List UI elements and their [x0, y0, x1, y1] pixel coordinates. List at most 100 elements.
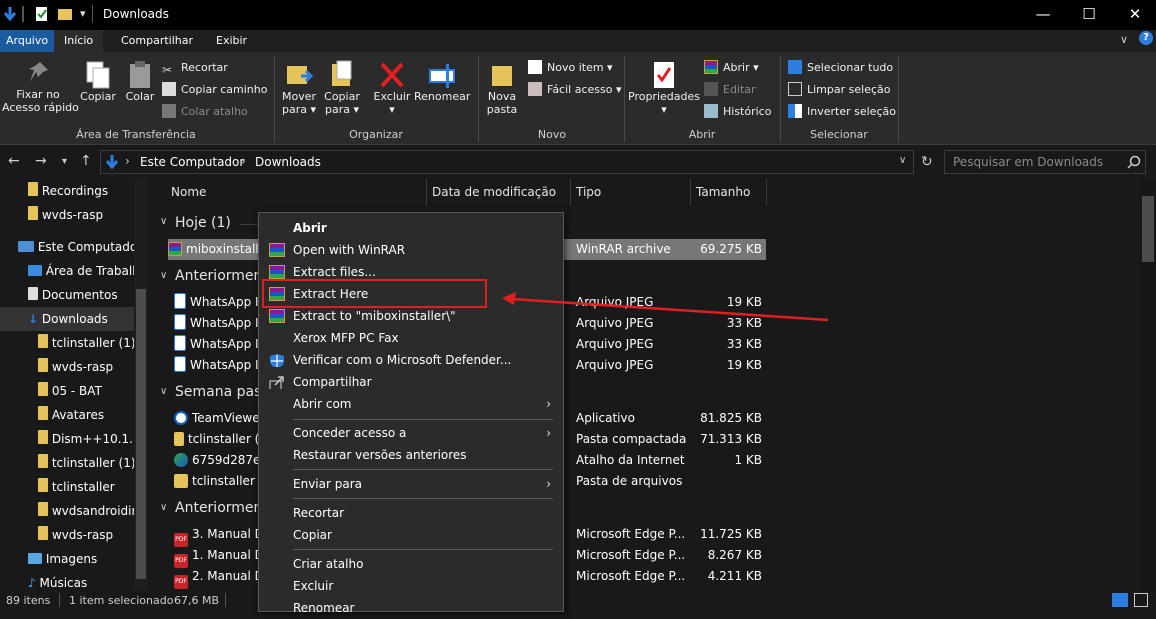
- history-button[interactable]: Histórico: [704, 104, 784, 120]
- new-folder-button[interactable]: Nova pasta: [482, 60, 522, 116]
- group-header-last-week[interactable]: Semana pass: [175, 384, 269, 400]
- customize-quick-access-icon[interactable]: ▾: [80, 7, 86, 20]
- breadcrumb-chevron-icon[interactable]: ›: [125, 154, 130, 168]
- tab-inicio[interactable]: Início: [54, 30, 104, 52]
- menu-item-recortar[interactable]: Recortar: [259, 502, 561, 524]
- nav-item-tclinstaller[interactable]: tclinstaller: [0, 475, 138, 499]
- forward-arrow-icon[interactable]: →: [35, 153, 47, 169]
- nav-scrollbar-thumb[interactable]: [136, 289, 146, 579]
- new-item-button[interactable]: Novo item ▾: [528, 60, 622, 76]
- help-icon[interactable]: ?: [1139, 31, 1153, 45]
- column-divider[interactable]: [426, 179, 427, 205]
- menu-item-abrir-com[interactable]: Abrir com ›: [259, 393, 561, 415]
- column-divider[interactable]: [766, 179, 767, 205]
- file-list-scrollbar-thumb[interactable]: [1142, 196, 1154, 262]
- nav-item-05-bat[interactable]: 05 - BAT: [0, 379, 138, 403]
- cut-button[interactable]: ✂ Recortar: [162, 60, 272, 77]
- select-none-button[interactable]: Limpar seleção: [788, 82, 898, 98]
- menu-item-renomear[interactable]: Renomear: [259, 597, 561, 619]
- file-name: WhatsApp In: [190, 337, 267, 351]
- move-to-button[interactable]: Mover para ▾: [280, 60, 318, 116]
- menu-item-criar-atalho[interactable]: Criar atalho: [259, 553, 561, 575]
- search-input[interactable]: Pesquisar em Downloads: [944, 150, 1146, 174]
- rename-button[interactable]: Renomear: [414, 60, 470, 103]
- copy-to-button[interactable]: Copiar para ▾: [322, 60, 362, 116]
- copy-path-button[interactable]: Copiar caminho: [162, 82, 272, 98]
- new-folder-icon[interactable]: [58, 6, 72, 22]
- edit-button[interactable]: Editar: [704, 82, 784, 98]
- column-header-size[interactable]: Tamanho: [696, 185, 750, 199]
- new-item-icon: [528, 60, 542, 74]
- nav-item-este-computador[interactable]: Este Computador: [0, 235, 152, 259]
- collapse-group-icon[interactable]: ∨: [160, 270, 167, 281]
- column-header-type[interactable]: Tipo: [576, 185, 601, 199]
- menu-item-compartilhar[interactable]: Compartilhar: [259, 371, 561, 393]
- file-size: 81.825 KB: [700, 411, 762, 425]
- menu-item-xerox-fax[interactable]: Xerox MFP PC Fax: [259, 327, 561, 349]
- up-arrow-icon[interactable]: ↑: [80, 153, 92, 169]
- pin-label: Fixar no Acesso rápido: [2, 88, 79, 114]
- group-label-select: Selecionar: [810, 128, 868, 141]
- group-header-earlier[interactable]: Anteriormen: [175, 268, 262, 284]
- file-name: miboxinstall: [186, 242, 259, 256]
- breadcrumb-downloads[interactable]: Downloads: [255, 155, 321, 169]
- menu-item-open-with-winrar[interactable]: Open with WinRAR: [259, 239, 561, 261]
- easy-access-button[interactable]: Fácil acesso ▾: [528, 82, 622, 98]
- details-view-icon[interactable]: [1112, 593, 1128, 607]
- column-header-name[interactable]: Nome: [171, 185, 206, 199]
- group-header-today[interactable]: Hoje (1): [175, 215, 231, 231]
- back-arrow-icon[interactable]: ←: [8, 153, 20, 169]
- nav-item-downloads[interactable]: ↓ Downloads: [0, 307, 134, 331]
- menu-item-defender-scan[interactable]: Verificar com o Microsoft Defender...: [259, 349, 561, 371]
- refresh-icon[interactable]: ↻: [921, 154, 933, 170]
- collapse-group-icon[interactable]: ∨: [160, 502, 167, 513]
- history-label: Histórico: [723, 105, 772, 118]
- collapse-group-icon[interactable]: ∨: [160, 216, 167, 227]
- tab-exibir[interactable]: Exibir: [206, 30, 257, 52]
- menu-item-conceder-acesso[interactable]: Conceder acesso a ›: [259, 422, 561, 444]
- pin-quick-access-button[interactable]: Fixar no Acesso rápido: [2, 60, 79, 114]
- nav-item-avatares[interactable]: Avatares: [0, 403, 138, 427]
- nav-item-dism[interactable]: Dism++10.1.10: [0, 427, 138, 451]
- menu-item-copiar[interactable]: Copiar: [259, 524, 561, 546]
- menu-item-abrir[interactable]: Abrir: [259, 217, 561, 239]
- address-dropdown-icon[interactable]: ∨: [899, 155, 906, 166]
- nav-item-tclinstaller-1b[interactable]: tclinstaller (1): [0, 451, 138, 475]
- nav-item-imagens[interactable]: Imagens: [0, 547, 134, 571]
- nav-item-wvdsandroidin[interactable]: wvdsandroidin: [0, 499, 138, 523]
- collapse-ribbon-icon[interactable]: ∨: [1120, 33, 1128, 46]
- recent-locations-icon[interactable]: ▾: [62, 156, 67, 167]
- select-all-button[interactable]: Selecionar tudo: [788, 60, 898, 76]
- menu-item-restaurar-versoes[interactable]: Restaurar versões anteriores: [259, 444, 561, 466]
- collapse-group-icon[interactable]: ∨: [160, 386, 167, 397]
- menu-item-excluir[interactable]: Excluir: [259, 575, 561, 597]
- minimize-button[interactable]: —: [1020, 0, 1066, 30]
- close-button[interactable]: ✕: [1112, 0, 1156, 30]
- tab-compartilhar[interactable]: Compartilhar: [111, 30, 203, 52]
- large-icons-view-icon[interactable]: [1134, 593, 1148, 607]
- breadcrumb-chevron-icon[interactable]: ›: [241, 154, 246, 168]
- column-divider[interactable]: [690, 179, 691, 205]
- nav-scrollbar[interactable]: [134, 179, 148, 590]
- open-button[interactable]: Abrir ▾: [704, 60, 784, 76]
- address-box[interactable]: › Este Computador › Downloads ∨: [100, 150, 914, 174]
- group-header-earlier-2[interactable]: Anteriormen: [175, 500, 262, 516]
- copy-button[interactable]: Copiar: [78, 60, 118, 103]
- menu-item-enviar-para[interactable]: Enviar para ›: [259, 473, 561, 495]
- nav-item-tclinstaller-1[interactable]: tclinstaller (1): [0, 331, 138, 355]
- paste-button[interactable]: Colar: [122, 60, 158, 103]
- properties-button[interactable]: Propriedades ▾: [628, 60, 700, 116]
- maximize-button[interactable]: ☐: [1066, 0, 1112, 30]
- nav-item-wvds-rasp-3[interactable]: wvds-rasp: [0, 523, 138, 547]
- column-header-date[interactable]: Data de modificação: [432, 185, 556, 199]
- invert-selection-button[interactable]: Inverter seleção: [788, 104, 898, 120]
- file-size: 8.267 KB: [707, 548, 762, 562]
- breadcrumb-este-computador[interactable]: Este Computador: [140, 155, 244, 169]
- delete-button[interactable]: Excluir ▾: [372, 60, 412, 116]
- tab-arquivo[interactable]: Arquivo: [0, 30, 55, 52]
- file-type: Microsoft Edge P...: [576, 569, 686, 583]
- paste-shortcut-button[interactable]: Colar atalho: [162, 104, 272, 120]
- properties-icon[interactable]: [35, 6, 49, 22]
- nav-item-wvds-rasp-2[interactable]: wvds-rasp: [0, 355, 138, 379]
- column-divider[interactable]: [570, 179, 571, 205]
